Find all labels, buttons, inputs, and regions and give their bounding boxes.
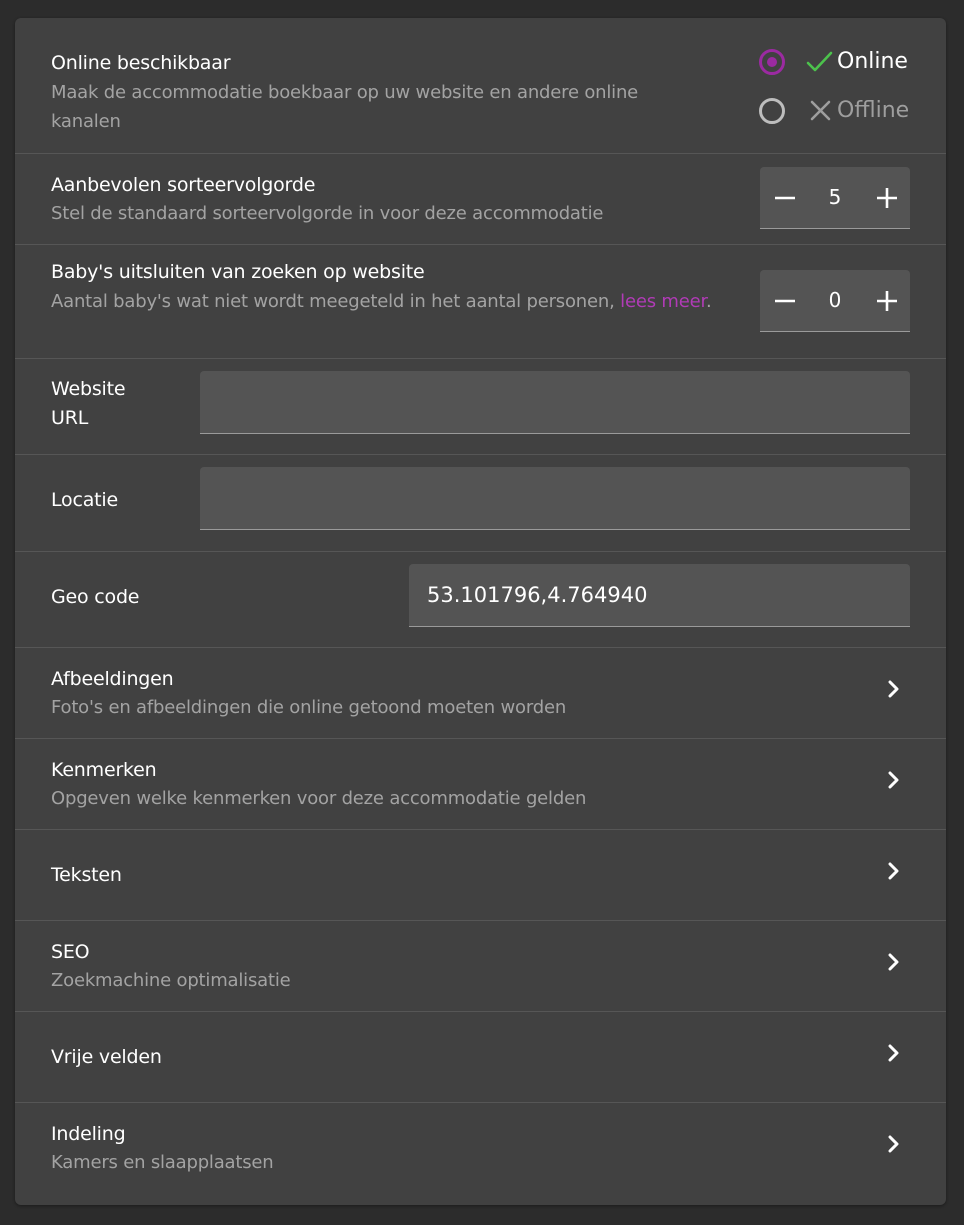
chevron-right-icon (888, 862, 899, 880)
babies-row: Baby's uitsluiten van zoeken op website … (15, 244, 946, 359)
nav-afbeeldingen-title: Afbeeldingen (51, 668, 174, 690)
nav-seo-description: Zoekmachine optimalisatie (51, 970, 291, 991)
nav-kenmerken-title: Kenmerken (51, 759, 157, 781)
radio-offline-unselected[interactable] (759, 98, 785, 124)
check-icon (806, 51, 833, 72)
sort-order-title: Aanbevolen sorteervolgorde (51, 174, 316, 196)
online-availability-row: Online beschikbaar Maak de accommodatie … (15, 18, 946, 154)
nav-teksten-title: Teksten (51, 864, 122, 886)
nav-afbeeldingen[interactable]: Afbeeldingen Foto's en afbeeldingen die … (15, 647, 946, 739)
locatie-label: Locatie (51, 489, 118, 511)
sort-order-row: Aanbevolen sorteervolgorde Stel de stand… (15, 153, 946, 245)
nav-kenmerken[interactable]: Kenmerken Opgeven welke kenmerken voor d… (15, 738, 946, 830)
decrement-button[interactable] (760, 270, 808, 331)
nav-seo-title: SEO (51, 941, 90, 963)
website-url-label: Website URL (51, 378, 126, 429)
babies-description-text: Aantal baby's wat niet wordt meegeteld i… (51, 291, 615, 312)
radio-online-label: Online (837, 49, 908, 74)
sort-order-description: Stel de standaard sorteervolgorde in voo… (51, 203, 604, 224)
radio-offline-label: Offline (837, 98, 910, 123)
nav-seo[interactable]: SEO Zoekmachine optimalisatie (15, 920, 946, 1012)
babies-value[interactable]: 0 (808, 270, 862, 331)
plus-icon (877, 188, 897, 208)
babies-title: Baby's uitsluiten van zoeken op website (51, 261, 425, 283)
online-availability-title: Online beschikbaar (51, 52, 231, 74)
nav-teksten[interactable]: Teksten (15, 829, 946, 921)
chevron-right-icon (888, 953, 899, 971)
sort-order-value[interactable]: 5 (808, 167, 862, 228)
chevron-right-icon (888, 1044, 899, 1062)
minus-icon (775, 299, 795, 303)
website-url-input[interactable] (200, 371, 910, 434)
babies-description-end: . (706, 291, 712, 312)
increment-button[interactable] (862, 167, 910, 228)
geo-code-label: Geo code (51, 586, 140, 608)
accommodation-settings-card: Online beschikbaar Maak de accommodatie … (15, 18, 946, 1205)
minus-icon (775, 196, 795, 200)
nav-kenmerken-description: Opgeven welke kenmerken voor deze accomm… (51, 788, 587, 809)
chevron-right-icon (888, 771, 899, 789)
read-more-link[interactable]: lees meer (620, 291, 706, 312)
nav-afbeeldingen-description: Foto's en afbeeldingen die online getoon… (51, 697, 567, 718)
plus-icon (877, 291, 897, 311)
close-icon (810, 100, 831, 121)
nav-vrije-velden[interactable]: Vrije velden (15, 1011, 946, 1103)
radio-online-selected[interactable] (759, 49, 785, 75)
increment-button[interactable] (862, 270, 910, 331)
website-url-row: Website URL (15, 358, 946, 455)
locatie-input[interactable] (200, 467, 910, 530)
babies-description: Aantal baby's wat niet wordt meegeteld i… (51, 287, 731, 316)
decrement-button[interactable] (760, 167, 808, 228)
nav-indeling-title: Indeling (51, 1123, 126, 1145)
nav-indeling[interactable]: Indeling Kamers en slaapplaatsen (15, 1102, 946, 1205)
radio-online[interactable]: Online (759, 47, 929, 81)
chevron-right-icon (888, 1135, 899, 1153)
chevron-right-icon (888, 680, 899, 698)
locatie-row: Locatie (15, 454, 946, 551)
geo-code-input[interactable]: 53.101796,4.764940 (409, 564, 910, 627)
radio-offline[interactable]: Offline (759, 96, 929, 130)
babies-stepper[interactable]: 0 (760, 270, 910, 332)
geo-code-row: Geo code 53.101796,4.764940 (15, 551, 946, 648)
nav-vrije-velden-title: Vrije velden (51, 1046, 162, 1068)
nav-indeling-description: Kamers en slaapplaatsen (51, 1152, 274, 1173)
online-availability-description: Maak de accommodatie boekbaar op uw webs… (51, 82, 639, 132)
sort-order-stepper[interactable]: 5 (760, 167, 910, 229)
